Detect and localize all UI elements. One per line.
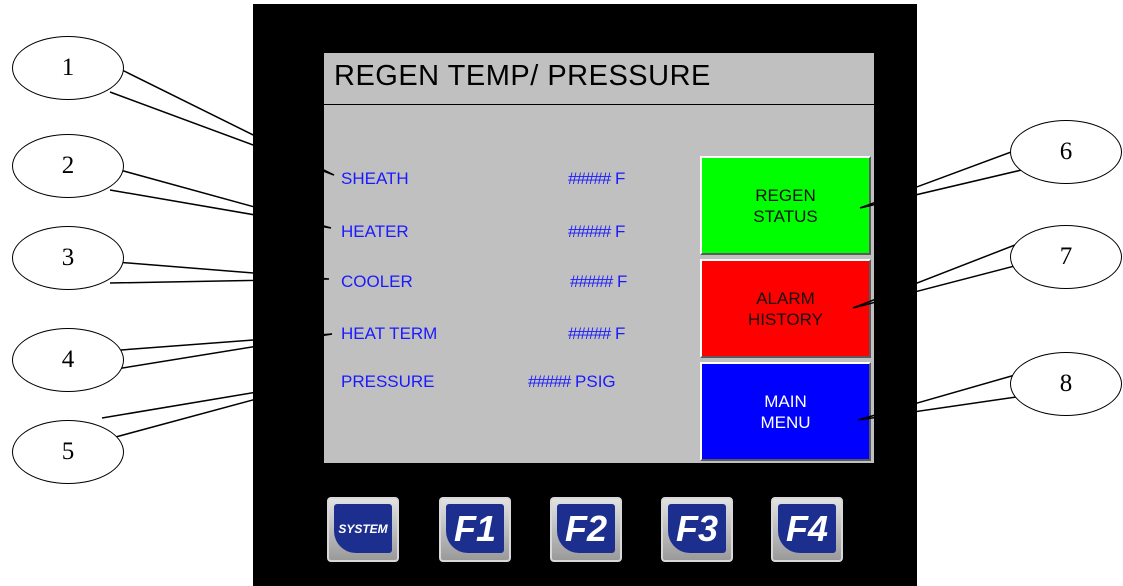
leader-7 <box>852 242 1031 309</box>
callout-6: 6 <box>1010 120 1122 184</box>
callout-5: 5 <box>12 420 124 484</box>
callout-2: 2 <box>12 134 124 198</box>
callout-3: 3 <box>12 226 124 290</box>
callout-8: 8 <box>1010 352 1122 416</box>
callout-7: 7 <box>1010 225 1122 289</box>
leader-1 <box>109 69 335 176</box>
leader-4 <box>109 333 333 371</box>
leader-2 <box>109 169 332 229</box>
callout-leaders <box>101 69 1031 439</box>
leader-5 <box>101 380 324 439</box>
callout-4: 4 <box>12 328 124 392</box>
leader-3 <box>109 261 330 284</box>
leader-8 <box>857 372 1031 421</box>
leader-6 <box>859 147 1031 209</box>
callout-1: 1 <box>12 36 124 100</box>
